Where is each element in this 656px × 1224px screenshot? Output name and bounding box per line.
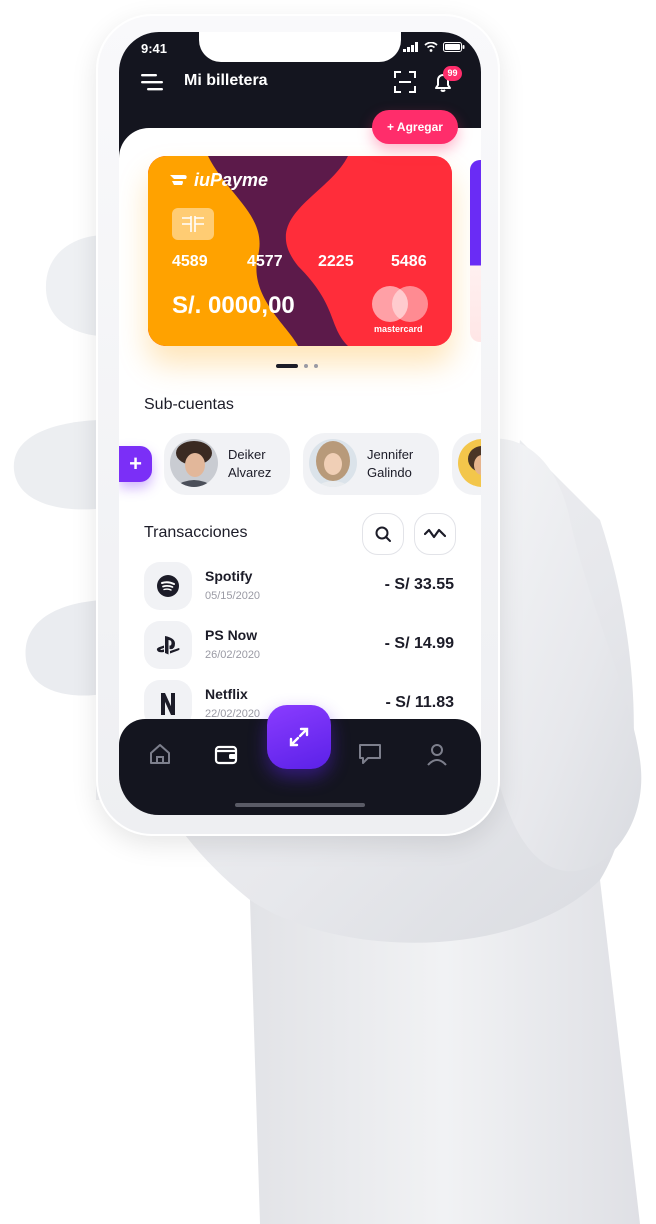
- payment-card[interactable]: iuPayme 4589 4577 2225 5486 S/. 0000,00 …: [148, 156, 452, 346]
- carousel-indicator: [276, 364, 318, 368]
- profile-icon[interactable]: [424, 741, 450, 767]
- subaccount-chip-more[interactable]: [452, 433, 481, 495]
- card-number-group-3: 2225: [318, 253, 354, 270]
- status-time: 9:41: [141, 41, 168, 56]
- subaccount-chip-deiker[interactable]: Deiker Alvarez: [164, 433, 290, 495]
- notch: [199, 32, 401, 62]
- carousel-dot[interactable]: [314, 364, 318, 368]
- avatar: [458, 439, 481, 487]
- card-brand: iuPayme: [168, 170, 268, 191]
- transfer-button[interactable]: [267, 705, 331, 769]
- battery-icon: [443, 42, 465, 52]
- stage: 9:41 Mi billetera 99 + Agregar iuPayme 4…: [0, 0, 656, 1224]
- status-icons: [403, 42, 465, 52]
- transaction-name: PS Now: [205, 627, 258, 643]
- transaction-row[interactable]: Spotify 05/15/2020 - S/ 33.55: [144, 562, 454, 612]
- phone-screen: 9:41 Mi billetera 99 + Agregar iuPayme 4…: [119, 32, 481, 815]
- card-number-group-4: 5486: [391, 253, 427, 270]
- card-network: mastercard: [374, 324, 423, 334]
- carousel-dot-active[interactable]: [276, 364, 298, 368]
- home-icon[interactable]: [147, 741, 173, 767]
- transaction-date: 26/02/2020: [205, 649, 261, 661]
- page-title: Mi billetera: [184, 72, 268, 89]
- menu-icon[interactable]: [141, 72, 167, 92]
- subaccount-chip-jennifer[interactable]: Jennifer Galindo: [303, 433, 439, 495]
- subaccount-name: Deiker Alvarez: [228, 447, 272, 480]
- transfer-icon: [289, 727, 309, 747]
- wallet-icon[interactable]: [213, 741, 239, 767]
- transaction-icon-box: [144, 621, 192, 669]
- subaccount-name: Jennifer Galindo: [367, 447, 414, 480]
- transaction-date: 05/15/2020: [205, 590, 261, 602]
- wifi-icon: [424, 42, 438, 52]
- avatar-deiker: [170, 439, 218, 487]
- avatar: [170, 439, 218, 487]
- iupayme-logo-icon: [170, 174, 187, 185]
- scan-icon[interactable]: [393, 70, 417, 94]
- search-button[interactable]: [362, 513, 404, 555]
- avatar-more: [458, 439, 481, 487]
- card-balance: S/. 0000,00: [172, 292, 295, 319]
- transaction-name: Netflix: [205, 686, 248, 702]
- avatar: [309, 439, 357, 487]
- next-card-peek[interactable]: [470, 160, 481, 342]
- activity-icon: [424, 528, 446, 539]
- card-number-group-2: 4577: [247, 253, 283, 270]
- subaccounts-title: Sub-cuentas: [144, 396, 234, 413]
- chat-icon[interactable]: [357, 741, 383, 767]
- chip-icon: [182, 216, 204, 232]
- search-icon: [375, 526, 391, 542]
- card-chip: [172, 208, 214, 240]
- playstation-icon: [156, 636, 180, 655]
- signal-icon: [403, 42, 418, 52]
- transaction-amount: - S/ 11.83: [385, 694, 455, 711]
- home-indicator: [235, 803, 365, 807]
- transaction-amount: - S/ 14.99: [384, 635, 454, 652]
- avatar-jennifer: [309, 439, 357, 487]
- add-button[interactable]: + Agregar: [372, 110, 458, 144]
- add-subaccount-button[interactable]: +: [119, 446, 152, 482]
- notification-badge: 99: [443, 66, 462, 81]
- spotify-icon: [157, 575, 179, 597]
- transactions-title: Transacciones: [144, 524, 248, 541]
- transaction-icon-box: [144, 562, 192, 610]
- transaction-amount: - S/ 33.55: [384, 576, 454, 593]
- card-number-group-1: 4589: [172, 253, 208, 270]
- transaction-name: Spotify: [205, 568, 253, 584]
- carousel-dot[interactable]: [304, 364, 308, 368]
- transaction-row[interactable]: PS Now 26/02/2020 - S/ 14.99: [144, 621, 454, 671]
- card-brand-name: iuPayme: [194, 170, 269, 190]
- activity-button[interactable]: [414, 513, 456, 555]
- netflix-icon: [161, 693, 175, 715]
